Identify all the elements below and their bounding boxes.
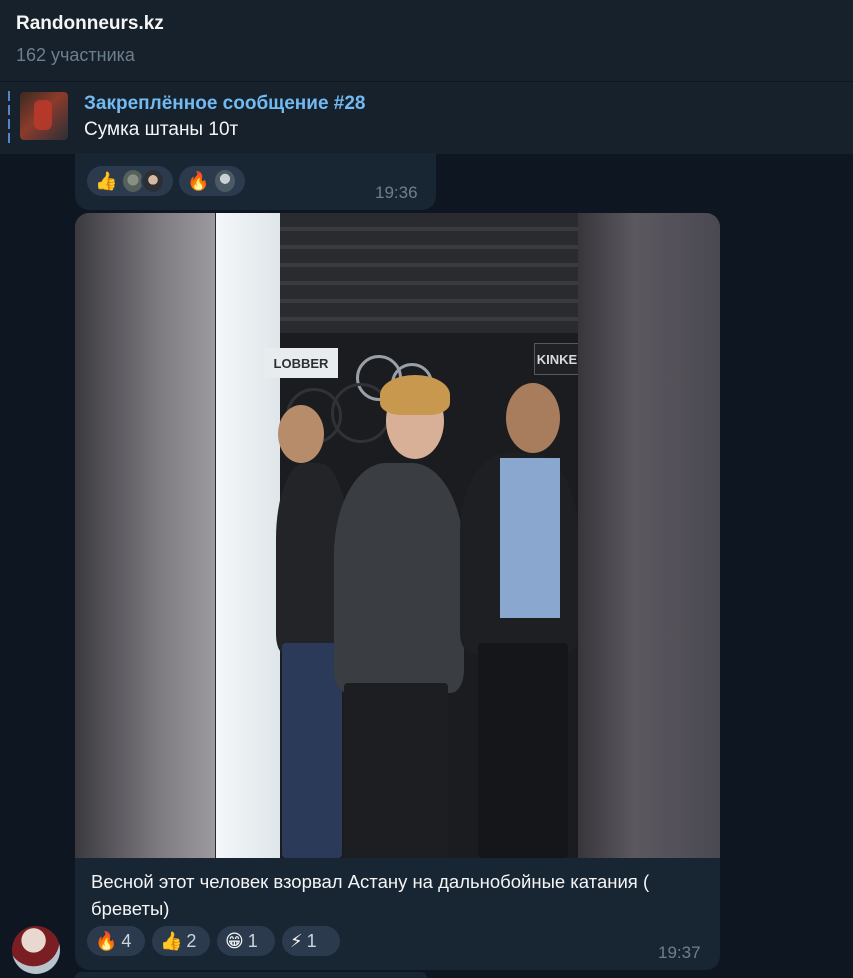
person-head [506, 383, 560, 453]
message-caption: Весной этот человек взорвал Астану на да… [91, 871, 650, 919]
pinned-title[interactable]: Закреплённое сообщение #28 [84, 93, 365, 115]
thumbs-up-icon: 👍 [160, 931, 183, 951]
message-time: 19:36 [375, 183, 418, 202]
wall [216, 213, 280, 858]
person-hair [380, 375, 450, 415]
reaction-grin[interactable]: 😁 1 [217, 926, 275, 956]
person-head [278, 405, 324, 463]
grin-icon: 😁 [225, 931, 244, 951]
sender-avatar[interactable] [12, 926, 60, 974]
pinned-indicator [8, 91, 10, 143]
chat-header[interactable]: Randonneurs.kz 162 участника [0, 0, 853, 81]
photo-blur-right [578, 213, 720, 858]
pinned-message-bar[interactable]: Закреплённое сообщение #28 Сумка штаны 1… [0, 81, 853, 154]
reaction-count: 1 [306, 930, 317, 951]
chat-title[interactable]: Randonneurs.kz [16, 13, 164, 35]
person-body [334, 463, 464, 693]
reaction-lightning[interactable]: ⚡ 1 [282, 926, 340, 956]
thumbs-up-icon: 👍 [95, 171, 118, 191]
reaction-thumbs-up[interactable]: 👍 2 [152, 926, 210, 956]
reaction-thumbs-up[interactable]: 👍 [87, 166, 173, 196]
member-count: 162 участника [16, 45, 135, 65]
reaction-fire[interactable]: 🔥 4 [87, 926, 145, 956]
photo-scene: LOBBER KINKE [216, 213, 578, 858]
reaction-count: 2 [186, 930, 197, 951]
store-sign: KINKE [534, 343, 578, 375]
reaction-fire[interactable]: 🔥 [179, 166, 245, 196]
truncated-text-fragment: ▔▔▔▔ ▔▔▔▔▔▔▔ [197, 153, 337, 157]
person-legs [478, 643, 568, 858]
person-legs [282, 643, 342, 858]
message-bubble-next[interactable] [75, 972, 427, 978]
ceiling [280, 213, 578, 333]
message-bubble[interactable]: LOBBER KINKE Весной этот человек взорвал… [75, 213, 720, 970]
reaction-count: 4 [121, 930, 132, 951]
person-legs [344, 683, 448, 858]
pinned-text[interactable]: Сумка штаны 10т [84, 119, 238, 141]
photo-blur-left [75, 213, 215, 858]
fire-icon: 🔥 [187, 171, 210, 191]
person-shirt [500, 458, 560, 618]
message-photo[interactable]: LOBBER KINKE [75, 213, 720, 858]
reaction-count: 1 [247, 930, 258, 951]
lightning-icon: ⚡ [290, 931, 303, 951]
message-bubble[interactable]: ▔▔▔▔ ▔▔▔▔▔▔▔ 👍 🔥 19:36 [75, 153, 436, 210]
fire-icon: 🔥 [95, 931, 118, 951]
message-time: 19:37 [658, 943, 701, 962]
pinned-thumbnail [20, 92, 68, 140]
store-sign: LOBBER [264, 348, 338, 378]
avatar [213, 168, 237, 194]
avatar [141, 168, 165, 194]
